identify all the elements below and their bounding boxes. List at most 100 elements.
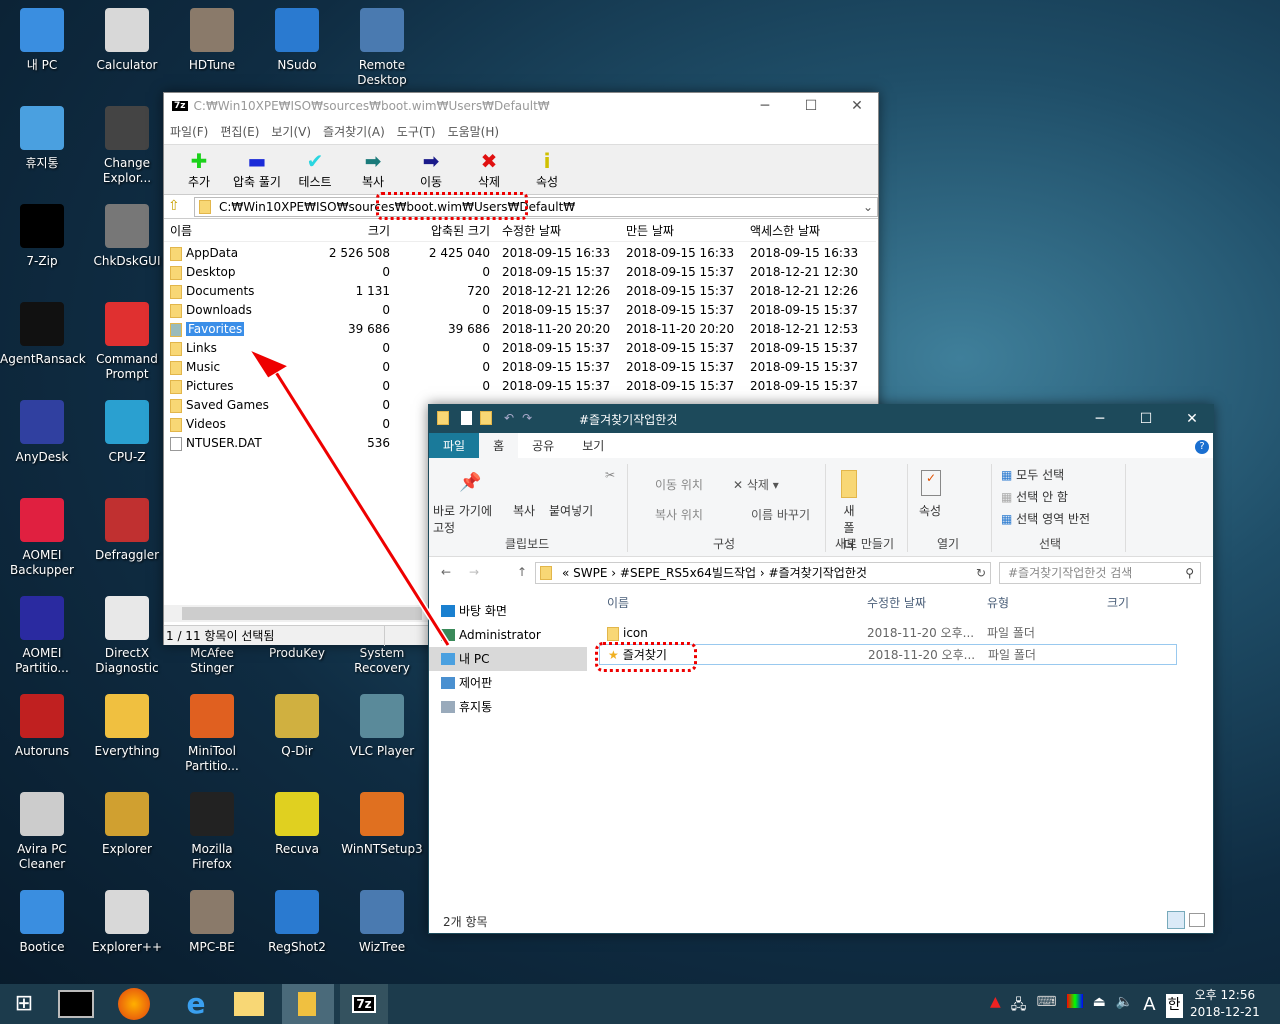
invert-selection-button[interactable]: ▦ 선택 영역 반전 bbox=[1001, 510, 1090, 527]
desktop-icon[interactable]: WizTree bbox=[340, 890, 424, 955]
nav-item[interactable]: Administrator bbox=[429, 623, 587, 647]
internet-explorer-taskbar-icon[interactable]: e bbox=[176, 988, 216, 1020]
copy-to-button[interactable]: 복사 위치 bbox=[655, 506, 703, 523]
desktop-icon[interactable]: ChkDskGUI bbox=[85, 204, 169, 269]
desktop-icon[interactable]: 휴지통 bbox=[0, 106, 84, 171]
breadcrumb-item[interactable]: SWPE bbox=[573, 566, 607, 580]
keyboard-icon[interactable]: ⌨ bbox=[1036, 994, 1056, 1018]
list-item[interactable]: icon 2018-11-20 오후... 파일 폴더 bbox=[599, 623, 1209, 644]
delete-button[interactable]: ✕ 삭제 ▾ bbox=[733, 476, 779, 493]
table-row[interactable]: Pictures 0 0 2018-09-15 15:37 2018-09-15 15:… bbox=[164, 377, 876, 396]
up-folder-icon[interactable]: ⇧ bbox=[168, 198, 180, 214]
address-input[interactable]: C:₩Win10XPE₩ISO₩sources₩boot.wim₩Users₩D… bbox=[194, 197, 878, 217]
desktop-icon[interactable]: AnyDesk bbox=[0, 400, 84, 465]
column-header[interactable]: 크기 bbox=[368, 220, 390, 242]
paste-button[interactable]: 붙여넣기 bbox=[549, 502, 593, 519]
help-icon[interactable]: ? bbox=[1195, 440, 1209, 454]
desktop-icon[interactable]: Change Explor... bbox=[85, 106, 169, 186]
undo-icon[interactable]: ↶ bbox=[504, 411, 514, 425]
ime-indicator[interactable]: 한 bbox=[1165, 994, 1183, 1018]
back-button[interactable]: ← bbox=[441, 565, 451, 579]
menu-item[interactable]: 편집(E) bbox=[220, 123, 259, 140]
table-row[interactable]: AppData 2 526 508 2 425 040 2018-09-15 16:3… bbox=[164, 244, 876, 263]
new-folder-icon[interactable] bbox=[480, 411, 492, 425]
toolbar-button[interactable]: ✚ 추가 bbox=[170, 145, 228, 194]
table-row[interactable]: Music 0 0 2018-09-15 15:37 2018-09-15 15:37 2… bbox=[164, 358, 876, 377]
rename-button[interactable]: 이름 바꾸기 bbox=[751, 506, 810, 523]
column-size[interactable]: 크기 bbox=[1107, 591, 1129, 615]
desktop-icon[interactable]: Recuva bbox=[255, 792, 339, 857]
7zip-taskbar-icon[interactable]: 7z bbox=[340, 984, 388, 1024]
toolbar-button[interactable]: ✖ 삭제 bbox=[460, 145, 518, 194]
close-button[interactable]: ✕ bbox=[1169, 405, 1215, 433]
desktop-icon[interactable]: AOMEI Backupper bbox=[0, 498, 84, 578]
pin-quick-access-button[interactable]: 바로 가기에 고정 bbox=[433, 502, 505, 536]
toolbar-button[interactable]: ▬ 압축 풀기 bbox=[228, 145, 286, 194]
column-header[interactable]: 이름 bbox=[170, 220, 192, 242]
network-monitor-icon[interactable]: ▲ bbox=[990, 994, 1001, 1018]
column-type[interactable]: 유형 bbox=[987, 591, 1009, 615]
column-header[interactable]: 수정한 날짜 bbox=[502, 220, 561, 242]
scrollbar-thumb[interactable] bbox=[182, 607, 422, 620]
desktop-icon[interactable]: Explorer bbox=[85, 792, 169, 857]
column-header[interactable]: 액세스한 날짜 bbox=[750, 220, 820, 242]
tab-share[interactable]: 공유 bbox=[518, 433, 569, 458]
desktop-icon[interactable]: Avira PC Cleaner bbox=[0, 792, 84, 872]
column-name[interactable]: 이름 bbox=[607, 591, 629, 615]
network-icon[interactable]: 🖧 bbox=[1011, 994, 1027, 1018]
chevron-down-icon[interactable]: ⌄ bbox=[863, 198, 873, 216]
tab-view[interactable]: 보기 bbox=[568, 433, 1213, 458]
maximize-button[interactable]: ☐ bbox=[1123, 405, 1169, 433]
toolbar-button[interactable]: i 속성 bbox=[518, 145, 576, 194]
menu-item[interactable]: 보기(V) bbox=[271, 123, 311, 140]
nav-item[interactable]: 제어판 bbox=[429, 671, 587, 695]
menu-item[interactable]: 도움말(H) bbox=[448, 123, 500, 140]
command-prompt-taskbar-icon[interactable] bbox=[58, 990, 94, 1018]
file-explorer-taskbar-icon[interactable] bbox=[234, 992, 264, 1016]
display-icon[interactable] bbox=[1066, 994, 1083, 1008]
desktop-icon[interactable]: MPC-BE bbox=[170, 890, 254, 955]
desktop-icon[interactable]: Everything bbox=[85, 694, 169, 759]
breadcrumb-item[interactable]: #SEPE_RS5x64빌드작업 bbox=[620, 566, 756, 580]
tab-file[interactable]: 파일 bbox=[429, 433, 480, 458]
minimize-button[interactable]: ─ bbox=[742, 93, 788, 119]
search-input[interactable]: #즐겨찾기작업한것 검색 ⚲ bbox=[999, 562, 1201, 584]
nav-item[interactable]: 바탕 화면 bbox=[429, 599, 587, 623]
desktop-icon[interactable]: Defraggler bbox=[85, 498, 169, 563]
column-header[interactable]: 만든 날짜 bbox=[626, 220, 674, 242]
clock[interactable]: 오후 12:56 2018-12-21 bbox=[1190, 987, 1260, 1021]
desktop-icon[interactable]: NSudo bbox=[255, 8, 339, 73]
table-row[interactable]: Favorites 39 686 39 686 2018-11-20 20:20 201… bbox=[164, 320, 876, 339]
desktop-icon[interactable]: 내 PC bbox=[0, 8, 84, 73]
column-modified[interactable]: 수정한 날짜 bbox=[867, 591, 926, 615]
language-indicator[interactable]: A bbox=[1143, 994, 1155, 1018]
desktop-icon[interactable]: Bootice bbox=[0, 890, 84, 955]
select-none-button[interactable]: ▦ 선택 안 함 bbox=[1001, 488, 1068, 505]
column-header[interactable]: 압축된 크기 bbox=[431, 220, 490, 242]
up-button[interactable]: ↑ bbox=[517, 565, 527, 579]
table-row[interactable]: Documents 1 131 720 2018-12-21 12:26 2018-09… bbox=[164, 282, 876, 301]
move-to-button[interactable]: 이동 위치 bbox=[655, 476, 703, 493]
nav-item[interactable]: 휴지통 bbox=[429, 695, 587, 719]
refresh-icon[interactable]: ↻ bbox=[976, 563, 986, 583]
toolbar-button[interactable]: ➡ 이동 bbox=[402, 145, 460, 194]
nav-item[interactable]: 내 PC bbox=[429, 647, 587, 671]
desktop-icon[interactable]: HDTune bbox=[170, 8, 254, 73]
usb-icon[interactable]: ⏏ bbox=[1093, 994, 1106, 1018]
desktop-icon[interactable]: VLC Player bbox=[340, 694, 424, 759]
desktop-icon[interactable]: WinNTSetup3 bbox=[340, 792, 424, 857]
maximize-button[interactable]: ☐ bbox=[788, 93, 834, 119]
properties-button[interactable]: 속성 bbox=[919, 502, 941, 519]
details-view-button[interactable] bbox=[1167, 911, 1185, 929]
cut-icon[interactable]: ✂ bbox=[605, 468, 615, 482]
desktop-icon[interactable]: CPU-Z bbox=[85, 400, 169, 465]
desktop-icon[interactable]: AOMEI Partitio... bbox=[0, 596, 84, 676]
desktop-icon[interactable]: Command Prompt bbox=[85, 302, 169, 382]
desktop-icon[interactable]: Explorer++ bbox=[85, 890, 169, 955]
table-row[interactable]: Links 0 0 2018-09-15 15:37 2018-09-15 15:37 2… bbox=[164, 339, 876, 358]
large-icons-view-button[interactable] bbox=[1189, 913, 1205, 927]
explorer-active-taskbar-icon[interactable] bbox=[282, 984, 334, 1024]
start-button[interactable]: ⊞ bbox=[4, 988, 44, 1020]
close-button[interactable]: ✕ bbox=[834, 93, 880, 119]
table-row[interactable]: Desktop 0 0 2018-09-15 15:37 2018-09-15 15:3… bbox=[164, 263, 876, 282]
